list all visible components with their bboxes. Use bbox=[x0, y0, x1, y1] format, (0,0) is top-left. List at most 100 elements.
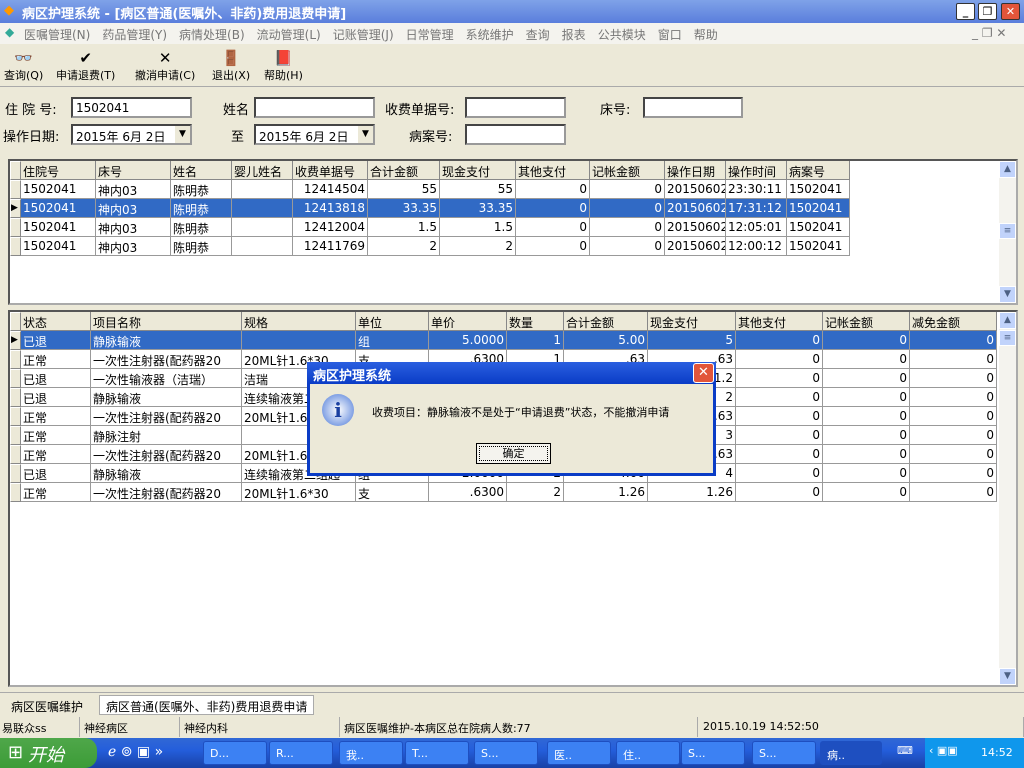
taskbar-button[interactable]: D... bbox=[203, 741, 267, 765]
grid-cell[interactable]: 12:00:12 bbox=[726, 237, 787, 256]
column-header[interactable]: 操作日期 bbox=[665, 161, 726, 180]
grid-cell[interactable]: 一次性注射器(配药器20 bbox=[91, 483, 242, 502]
column-header[interactable]: 病案号 bbox=[787, 161, 850, 180]
grid-cell[interactable]: 0 bbox=[823, 369, 910, 388]
scroll-down-icon[interactable]: ▼ bbox=[999, 668, 1016, 685]
grid-cell[interactable]: 0 bbox=[516, 180, 590, 199]
menu-item[interactable]: 药品管理(Y) bbox=[102, 28, 167, 42]
grid-cell[interactable]: 静脉注射 bbox=[91, 426, 242, 445]
grid-cell[interactable]: 0 bbox=[736, 483, 823, 502]
grid-cell[interactable]: 正常 bbox=[21, 483, 91, 502]
dropdown-arrow-icon[interactable]: ▼ bbox=[358, 126, 373, 143]
close-button[interactable]: ✕ bbox=[1001, 3, 1020, 20]
grid-cell[interactable]: 17:31:12 bbox=[726, 199, 787, 218]
grid-cell[interactable]: 1.5 bbox=[440, 218, 516, 237]
scroll-up-icon[interactable]: ▲ bbox=[999, 161, 1016, 178]
grid-cell[interactable]: 已退 bbox=[21, 369, 91, 388]
grid-cell[interactable]: 20150602 bbox=[665, 180, 726, 199]
row-selector[interactable]: ▶ bbox=[10, 199, 21, 218]
grid-cell[interactable]: 0 bbox=[910, 445, 997, 464]
grid-cell[interactable]: 0 bbox=[823, 483, 910, 502]
menu-item[interactable]: 帮助 bbox=[694, 28, 718, 42]
grid-cell[interactable]: 0 bbox=[823, 445, 910, 464]
grid-cell[interactable]: 1.5 bbox=[368, 218, 440, 237]
taskbar-button[interactable]: 住.. bbox=[616, 741, 680, 765]
grid-cell[interactable] bbox=[232, 180, 293, 199]
grid-cell[interactable]: 静脉输液 bbox=[91, 388, 242, 407]
grid-cell[interactable]: 0 bbox=[590, 199, 665, 218]
column-header[interactable]: 收费单据号 bbox=[293, 161, 368, 180]
column-header[interactable]: 记帐金额 bbox=[590, 161, 665, 180]
bed-input[interactable] bbox=[643, 97, 743, 118]
grid-cell[interactable]: 陈明恭 bbox=[171, 237, 232, 256]
grid-cell[interactable]: 0 bbox=[736, 350, 823, 369]
grid-cell[interactable]: 0 bbox=[736, 445, 823, 464]
column-header[interactable]: 记帐金额 bbox=[823, 312, 910, 331]
grid-cell[interactable]: 0 bbox=[736, 426, 823, 445]
grid-cell[interactable]: 神内03 bbox=[96, 180, 171, 199]
row-selector[interactable] bbox=[10, 350, 21, 369]
scroll-down-icon[interactable]: ▼ bbox=[999, 286, 1016, 303]
grid-cell[interactable]: 陈明恭 bbox=[171, 199, 232, 218]
column-header[interactable]: 其他支付 bbox=[736, 312, 823, 331]
grid-cell[interactable]: 20150602 bbox=[665, 218, 726, 237]
column-header[interactable]: 合计金额 bbox=[564, 312, 648, 331]
grid-cell[interactable]: 12412004 bbox=[293, 218, 368, 237]
toolbar-button[interactable]: ✕ 撤消申请(C) bbox=[135, 49, 195, 83]
menu-item[interactable]: 记账管理(J) bbox=[333, 28, 394, 42]
toolbar-button[interactable]: 📕 帮助(H) bbox=[264, 49, 303, 83]
column-header[interactable]: 数量 bbox=[507, 312, 564, 331]
grid-cell[interactable]: 0 bbox=[736, 407, 823, 426]
grid-cell[interactable]: 0 bbox=[823, 350, 910, 369]
column-header[interactable]: 婴儿姓名 bbox=[232, 161, 293, 180]
grid-cell[interactable]: 20150602 bbox=[665, 199, 726, 218]
grid-cell[interactable] bbox=[232, 218, 293, 237]
grid-cell[interactable]: 支 bbox=[356, 483, 429, 502]
grid-cell[interactable]: 2 bbox=[368, 237, 440, 256]
column-header[interactable]: 现金支付 bbox=[440, 161, 516, 180]
taskbar-button[interactable]: R... bbox=[269, 741, 333, 765]
name-input[interactable] bbox=[254, 97, 375, 118]
grid-cell[interactable]: 1502041 bbox=[787, 180, 850, 199]
receipt-grid[interactable]: ▲ ≡ ▼ 住院号 床号 姓名 婴儿姓名 收费单据号 合计金额 现金支付 其他支付 记帐金额 操作… bbox=[8, 159, 1018, 305]
grid-cell[interactable]: 正常 bbox=[21, 407, 91, 426]
menu-item[interactable]: 医嘱管理(N) bbox=[24, 28, 90, 42]
grid-cell[interactable]: 0 bbox=[823, 407, 910, 426]
column-header[interactable]: 住院号 bbox=[21, 161, 96, 180]
column-header[interactable]: 其他支付 bbox=[516, 161, 590, 180]
grid-cell[interactable]: 神内03 bbox=[96, 237, 171, 256]
date-from-picker[interactable]: 2015年 6月 2日 ▼ bbox=[71, 124, 192, 145]
grid-cell[interactable]: 1502041 bbox=[787, 237, 850, 256]
toolbar-button[interactable]: 🚪 退出(X) bbox=[212, 49, 250, 83]
grid-cell[interactable]: 0 bbox=[823, 464, 910, 483]
grid-cell[interactable]: 5 bbox=[648, 331, 736, 350]
grid-cell[interactable]: 12413818 bbox=[293, 199, 368, 218]
grid-cell[interactable]: 55 bbox=[440, 180, 516, 199]
grid-cell[interactable]: 陈明恭 bbox=[171, 218, 232, 237]
grid-cell[interactable] bbox=[232, 237, 293, 256]
grid-cell[interactable]: 已退 bbox=[21, 388, 91, 407]
grid-cell[interactable]: 一次性注射器(配药器20 bbox=[91, 350, 242, 369]
grid-cell[interactable]: 12:05:01 bbox=[726, 218, 787, 237]
keyboard-icon[interactable]: ⌨ bbox=[897, 744, 913, 757]
scroll-thumb[interactable]: ≡ bbox=[999, 223, 1016, 239]
upper-scrollbar[interactable]: ▲ ≡ ▼ bbox=[999, 161, 1016, 303]
grid-cell[interactable]: 2 bbox=[507, 483, 564, 502]
grid-cell[interactable]: 正常 bbox=[21, 445, 91, 464]
grid-cell[interactable]: 5.0000 bbox=[429, 331, 507, 350]
start-button[interactable]: ⊞ 开始 bbox=[0, 738, 97, 768]
grid-cell[interactable]: 12414504 bbox=[293, 180, 368, 199]
scroll-thumb[interactable]: ≡ bbox=[999, 330, 1016, 346]
minimize-button[interactable]: _ bbox=[956, 3, 975, 20]
column-header[interactable]: 规格 bbox=[242, 312, 356, 331]
grid-cell[interactable]: 33.35 bbox=[440, 199, 516, 218]
grid-cell[interactable]: .6300 bbox=[429, 483, 507, 502]
grid-cell[interactable]: 陈明恭 bbox=[171, 180, 232, 199]
grid-cell[interactable] bbox=[242, 331, 356, 350]
lower-scrollbar[interactable]: ▲ ≡ ▼ bbox=[999, 312, 1016, 685]
menu-item[interactable]: 报表 bbox=[562, 28, 586, 42]
column-header[interactable]: 单价 bbox=[429, 312, 507, 331]
grid-cell[interactable]: 0 bbox=[736, 388, 823, 407]
grid-cell[interactable]: 0 bbox=[736, 331, 823, 350]
grid-cell[interactable]: 0 bbox=[910, 464, 997, 483]
